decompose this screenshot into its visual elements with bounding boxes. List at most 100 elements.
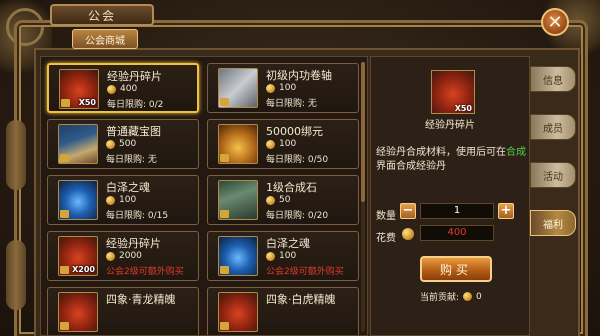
item-price-value: 100	[279, 83, 297, 93]
coin-icon	[106, 139, 115, 149]
item-name: 经验丹碎片	[107, 70, 162, 83]
item-name: 1级合成石	[266, 181, 317, 194]
close-button[interactable]: ✕	[541, 8, 569, 36]
frame-edge-ornament	[6, 240, 26, 310]
item-name: 四象·青龙精魄	[106, 293, 176, 306]
window-title: 公会	[50, 4, 154, 26]
coin-icon	[107, 84, 116, 94]
item-price: 500	[106, 139, 136, 149]
shop-item-card[interactable]: 初级内功卷轴 100 每日限购: 无	[207, 63, 359, 113]
red-orb-icon: X50	[431, 70, 475, 114]
treasure-chest-icon	[218, 124, 258, 164]
shop-item-card[interactable]: 白泽之魂 100 公会2级可额外购买	[207, 231, 359, 281]
tab-guild-shop[interactable]: 公会商城	[72, 29, 138, 49]
item-purchase-limit: 每日限购: 无	[106, 155, 157, 165]
coin-icon	[266, 139, 275, 149]
orb-icon	[58, 292, 98, 332]
item-name: 白泽之魂	[266, 237, 310, 250]
item-price: 100	[266, 139, 296, 149]
quantity-input[interactable]: 1	[420, 203, 494, 219]
shop-item-card[interactable]: 四象·白虎精魄	[207, 287, 359, 335]
blue-spirit-icon	[58, 180, 98, 220]
coin-icon	[402, 228, 414, 240]
quantity-decrease-button[interactable]: −	[400, 203, 416, 219]
shop-item-card[interactable]: 四象·青龙精魄	[47, 287, 199, 335]
bound-lock-icon	[220, 266, 229, 274]
bound-lock-icon	[220, 322, 229, 330]
item-price: 400	[107, 84, 137, 94]
coin-icon	[463, 292, 473, 301]
shop-item-card[interactable]: 白泽之魂 100 每日限购: 0/15	[47, 175, 199, 225]
item-price-value: 100	[119, 195, 137, 205]
item-name: 初级内功卷轴	[266, 69, 332, 82]
item-purchase-limit: 公会2级可额外购买	[266, 267, 344, 277]
item-purchase-limit: 每日限购: 0/50	[266, 155, 329, 165]
coin-icon	[106, 251, 115, 261]
red-orb-icon: X50	[59, 69, 99, 109]
bound-lock-icon	[60, 322, 69, 330]
item-price: 50	[266, 195, 290, 205]
item-name: 四象·白虎精魄	[266, 293, 336, 306]
item-purchase-limit: 每日限购: 0/15	[106, 211, 169, 221]
item-name: 白泽之魂	[106, 181, 150, 194]
coin-icon	[266, 195, 275, 205]
bound-lock-icon	[220, 98, 229, 106]
shop-item-card[interactable]: 普通藏宝图 500 每日限购: 无	[47, 119, 199, 169]
treasure-map-icon	[58, 124, 98, 164]
item-price-value: 100	[279, 139, 297, 149]
item-quantity-badge: X200	[72, 265, 95, 274]
item-purchase-limit: 每日限购: 0/20	[266, 211, 329, 221]
tab-activities[interactable]: 活动	[530, 162, 576, 188]
shop-item-list: X50 经验丹碎片 400 每日限购: 0/2 初级内功卷轴 100 每日限购: 无普通藏宝…	[40, 56, 368, 336]
quantity-label: 数量	[376, 211, 396, 222]
stone-icon	[218, 180, 258, 220]
coin-icon	[266, 251, 275, 261]
cost-value: 400	[420, 225, 494, 241]
detail-desc-highlight: 合成	[506, 147, 526, 158]
coin-icon	[106, 195, 115, 205]
bound-lock-icon	[60, 210, 69, 218]
buy-button[interactable]: 购买	[420, 256, 492, 282]
current-contribution: 当前贡献: 0	[420, 290, 482, 304]
bound-lock-icon	[60, 266, 69, 274]
item-price: 100	[106, 195, 136, 205]
item-price: 2000	[106, 251, 142, 261]
shop-item-card[interactable]: 1级合成石 50 每日限购: 0/20	[207, 175, 359, 225]
blue-spirit-icon	[218, 236, 258, 276]
item-price: 100	[266, 251, 296, 261]
scroll-icon	[218, 68, 258, 108]
shop-item-card[interactable]: X200 经验丹碎片 2000 公会2级可额外购买	[47, 231, 199, 281]
orb-icon	[218, 292, 258, 332]
guild-window: 公会 ✕ 公会商城 X50 经验丹碎片 400 每日限购: 0/2 初级内功卷轴 100 每…	[0, 0, 600, 336]
detail-quantity-badge: X50	[454, 104, 472, 113]
item-price: 100	[266, 83, 296, 93]
bound-lock-icon	[61, 99, 70, 107]
item-price-value: 50	[279, 195, 291, 205]
bound-lock-icon	[220, 154, 229, 162]
cost-label: 花费	[376, 233, 396, 244]
bound-lock-icon	[60, 154, 69, 162]
quantity-increase-button[interactable]: +	[498, 203, 514, 219]
shop-item-card[interactable]: 50000绑元 100 每日限购: 0/50	[207, 119, 359, 169]
item-name: 普通藏宝图	[106, 125, 161, 138]
tab-welfare[interactable]: 福利	[530, 210, 576, 236]
item-price-value: 400	[120, 84, 138, 94]
contribution-value: 0	[476, 291, 482, 302]
detail-desc-text: 经验丹合成材料，使用后可在	[376, 147, 506, 158]
item-purchase-limit: 公会2级可额外购买	[106, 267, 184, 277]
tab-info[interactable]: 信息	[530, 66, 576, 92]
scrollbar-thumb[interactable]	[361, 62, 365, 202]
coin-icon	[266, 83, 275, 93]
frame-edge-ornament	[6, 120, 26, 190]
item-purchase-limit: 每日限购: 无	[266, 99, 317, 109]
red-orb-icon: X200	[58, 236, 98, 276]
tab-members[interactable]: 成员	[530, 114, 576, 140]
detail-item-name: 经验丹碎片	[425, 120, 475, 131]
detail-desc-text: 界面合成经验丹	[376, 161, 446, 172]
item-name: 50000绑元	[266, 125, 323, 138]
contribution-label: 当前贡献:	[420, 293, 460, 303]
detail-description: 经验丹合成材料，使用后可在合成界面合成经验丹	[376, 146, 528, 174]
item-quantity-badge: X50	[78, 98, 96, 107]
shop-item-card[interactable]: X50 经验丹碎片 400 每日限购: 0/2	[47, 63, 199, 113]
item-price-value: 100	[279, 251, 297, 261]
